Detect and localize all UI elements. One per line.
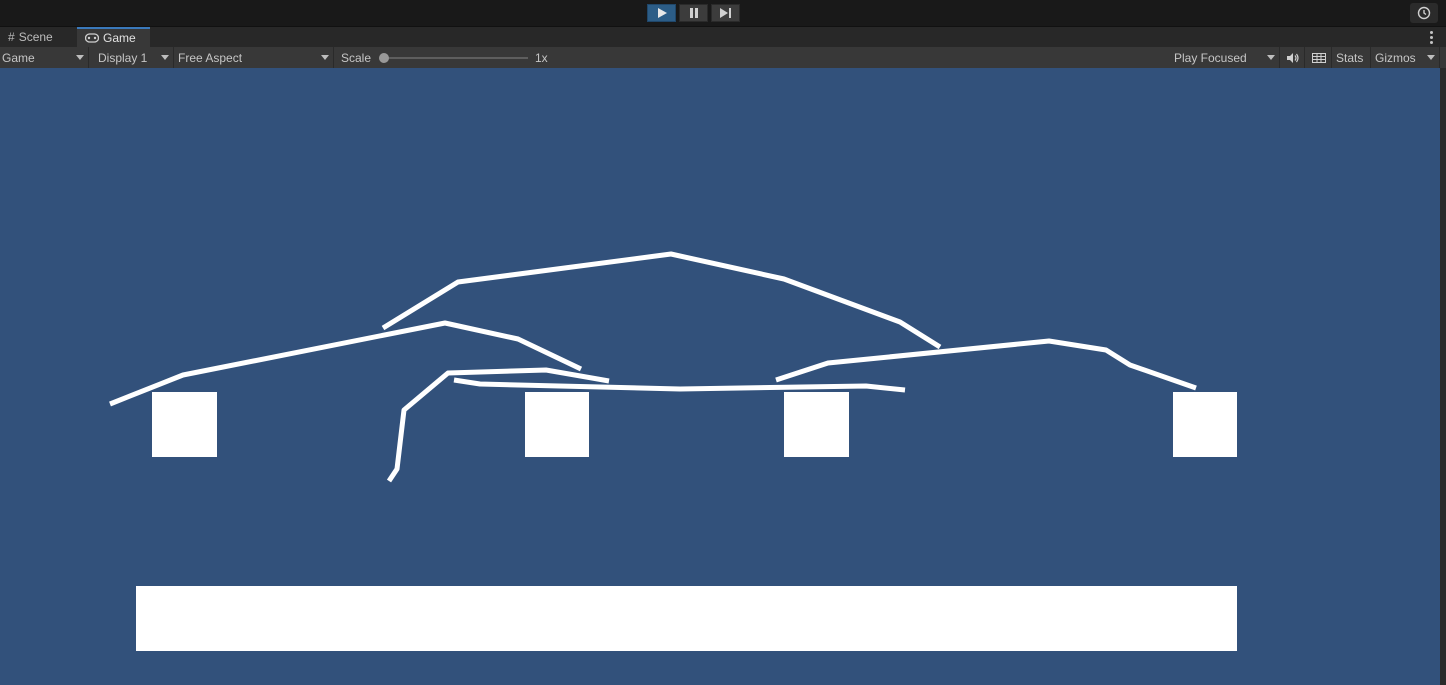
pause-icon	[689, 8, 698, 18]
tab-bar: # Scene Game	[0, 27, 1446, 48]
resolution-toggle[interactable]	[1306, 47, 1332, 68]
history-button[interactable]	[1410, 3, 1438, 23]
step-button[interactable]	[711, 4, 740, 22]
stats-button[interactable]: Stats	[1333, 47, 1371, 68]
play-icon	[657, 8, 667, 18]
audio-mute-toggle[interactable]	[1281, 47, 1305, 68]
chevron-down-icon	[1267, 55, 1275, 60]
display-select[interactable]: Display 1	[96, 47, 174, 68]
chevron-down-icon	[321, 55, 329, 60]
tab-game-label: Game	[103, 31, 136, 45]
top-toolbar	[0, 0, 1446, 27]
grid-view-icon	[1311, 52, 1326, 63]
gizmos-button-label: Gizmos	[1375, 50, 1416, 65]
play-mode-select-value: Play Focused	[1174, 50, 1247, 65]
tab-game[interactable]: Game	[77, 27, 150, 47]
grid-icon: #	[8, 30, 15, 44]
tab-scene[interactable]: # Scene	[0, 27, 76, 47]
pause-button[interactable]	[679, 4, 708, 22]
more-options-icon[interactable]	[1426, 29, 1436, 45]
drawn-line	[381, 251, 942, 350]
aspect-select[interactable]: Free Aspect	[176, 47, 334, 68]
scale-slider-thumb[interactable]	[379, 53, 389, 63]
game-toolbar: Game Display 1 Free Aspect Scale 1x Play…	[0, 47, 1446, 69]
scale-slider-track[interactable]	[380, 57, 528, 59]
play-mode-select[interactable]: Play Focused	[1172, 47, 1280, 68]
speaker-icon	[1286, 52, 1299, 63]
drawn-line	[775, 338, 1197, 391]
game-canvas[interactable]	[0, 68, 1440, 685]
tab-scene-label: Scene	[18, 30, 53, 44]
display-select-value: Display 1	[98, 50, 148, 65]
history-icon	[1417, 6, 1431, 20]
chevron-down-icon	[161, 55, 169, 60]
game-view[interactable]	[0, 68, 1440, 685]
chevron-down-icon	[76, 55, 84, 60]
white-square	[1173, 392, 1237, 457]
aspect-select-value: Free Aspect	[178, 50, 243, 65]
stats-button-label: Stats	[1336, 50, 1364, 65]
gizmos-button[interactable]: Gizmos	[1372, 47, 1440, 68]
step-icon	[719, 8, 731, 18]
drawn-line	[109, 320, 583, 407]
white-square	[784, 392, 849, 457]
gamepad-icon	[85, 33, 99, 43]
view-select[interactable]: Game	[0, 47, 89, 68]
scrollbar[interactable]	[1440, 68, 1446, 685]
white-square	[525, 392, 589, 457]
chevron-down-icon	[1427, 55, 1435, 60]
white-ground-platform	[136, 586, 1237, 651]
drawn-line	[453, 377, 906, 393]
scale-label: Scale	[341, 50, 372, 65]
view-select-value: Game	[2, 50, 35, 65]
white-square	[152, 392, 217, 457]
scale-value: 1x	[535, 50, 548, 65]
play-button[interactable]	[647, 4, 676, 22]
